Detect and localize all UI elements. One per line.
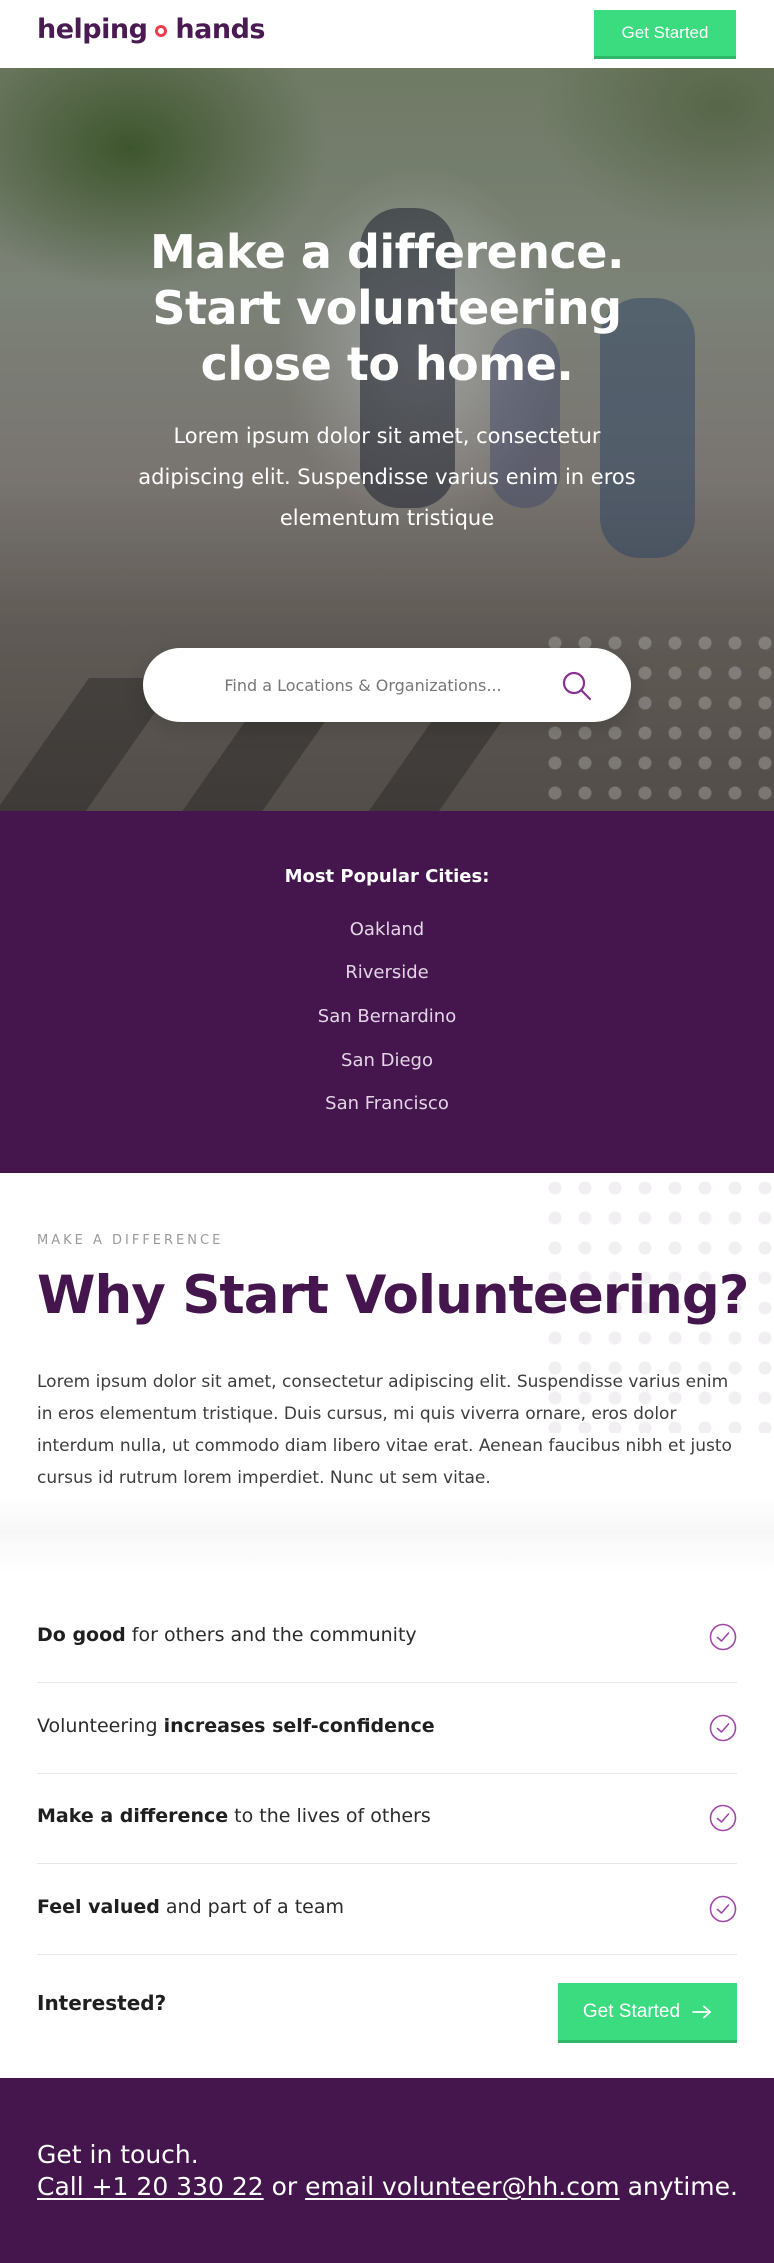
popular-cities-title: Most Popular Cities: [284,866,490,887]
hero-section: Make a difference. Start volunteering cl… [0,68,774,811]
footer-contact-line: Call +1 20 330 22 or email volunteer@hh.… [37,2172,738,2201]
benefit-text: Do good for others and the community [37,1624,417,1646]
check-circle-icon [709,1714,737,1742]
city-link-san-bernardino[interactable]: San Bernardino [0,1006,774,1027]
call-phone-link[interactable]: Call +1 20 330 22 [37,2172,264,2201]
hero-title-line1: Make a difference. [150,225,624,279]
benefit-item: Do good for others and the community [37,1592,737,1683]
benefit-item: Feel valued and part of a team [37,1864,737,1955]
logo-text-left: helping [37,14,148,45]
site-header: helping hands Get Started [0,0,774,68]
popular-cities-section: Most Popular Cities: Oakland Riverside S… [0,811,774,1173]
search-icon[interactable] [561,670,593,702]
city-link-san-francisco[interactable]: San Francisco [0,1093,774,1114]
cta-label: Get Started [582,2000,681,2022]
section-body: Lorem ipsum dolor sit amet, consectetur … [37,1372,732,1488]
benefit-item: Volunteering increases self-confidence [37,1683,737,1774]
why-volunteer-section: MAKE A DIFFERENCE Why Start Volunteering… [0,1173,774,2078]
section-title: Why Start Volunteering? [37,1265,749,1326]
hero-title-line3: close to home. [200,337,574,391]
arrow-right-icon [692,2005,711,2018]
logo[interactable]: helping hands [37,14,265,45]
city-link-oakland[interactable]: Oakland [0,919,774,940]
benefit-item: Make a difference to the lives of others [37,1773,737,1864]
city-link-riverside[interactable]: Riverside [0,962,774,983]
city-link-san-diego[interactable]: San Diego [0,1050,774,1071]
check-circle-icon [709,1623,737,1651]
site-footer: Get in touch. Call +1 20 330 22 or email… [0,2078,774,2263]
hero-subtitle: Lorem ipsum dolor sit amet, consectetur … [138,424,636,530]
email-link[interactable]: email volunteer@hh.com [305,2172,620,2201]
hero-title-line2: Start volunteering [152,281,622,335]
location-search-box [143,648,631,722]
header-get-started-button[interactable]: Get Started [594,10,736,56]
section-fade [0,1493,774,1573]
logo-dot-icon [155,24,168,37]
location-search-input[interactable] [183,648,543,722]
interested-label: Interested? [37,1991,167,2015]
benefit-text: Make a difference to the lives of others [37,1805,431,1827]
footer-or-text: or [263,2172,306,2201]
check-circle-icon [709,1895,737,1923]
benefit-text: Volunteering increases self-confidence [37,1715,435,1737]
benefit-text: Feel valued and part of a team [37,1896,344,1918]
get-started-cta-button[interactable]: Get Started [558,1983,737,2040]
logo-text-right: hands [175,14,265,45]
section-eyebrow: MAKE A DIFFERENCE [37,1233,224,1248]
check-circle-icon [709,1804,737,1832]
hero-title: Make a difference. Start volunteering cl… [0,224,774,392]
footer-suffix-text: anytime. [619,2172,738,2201]
footer-heading: Get in touch. [37,2140,199,2169]
